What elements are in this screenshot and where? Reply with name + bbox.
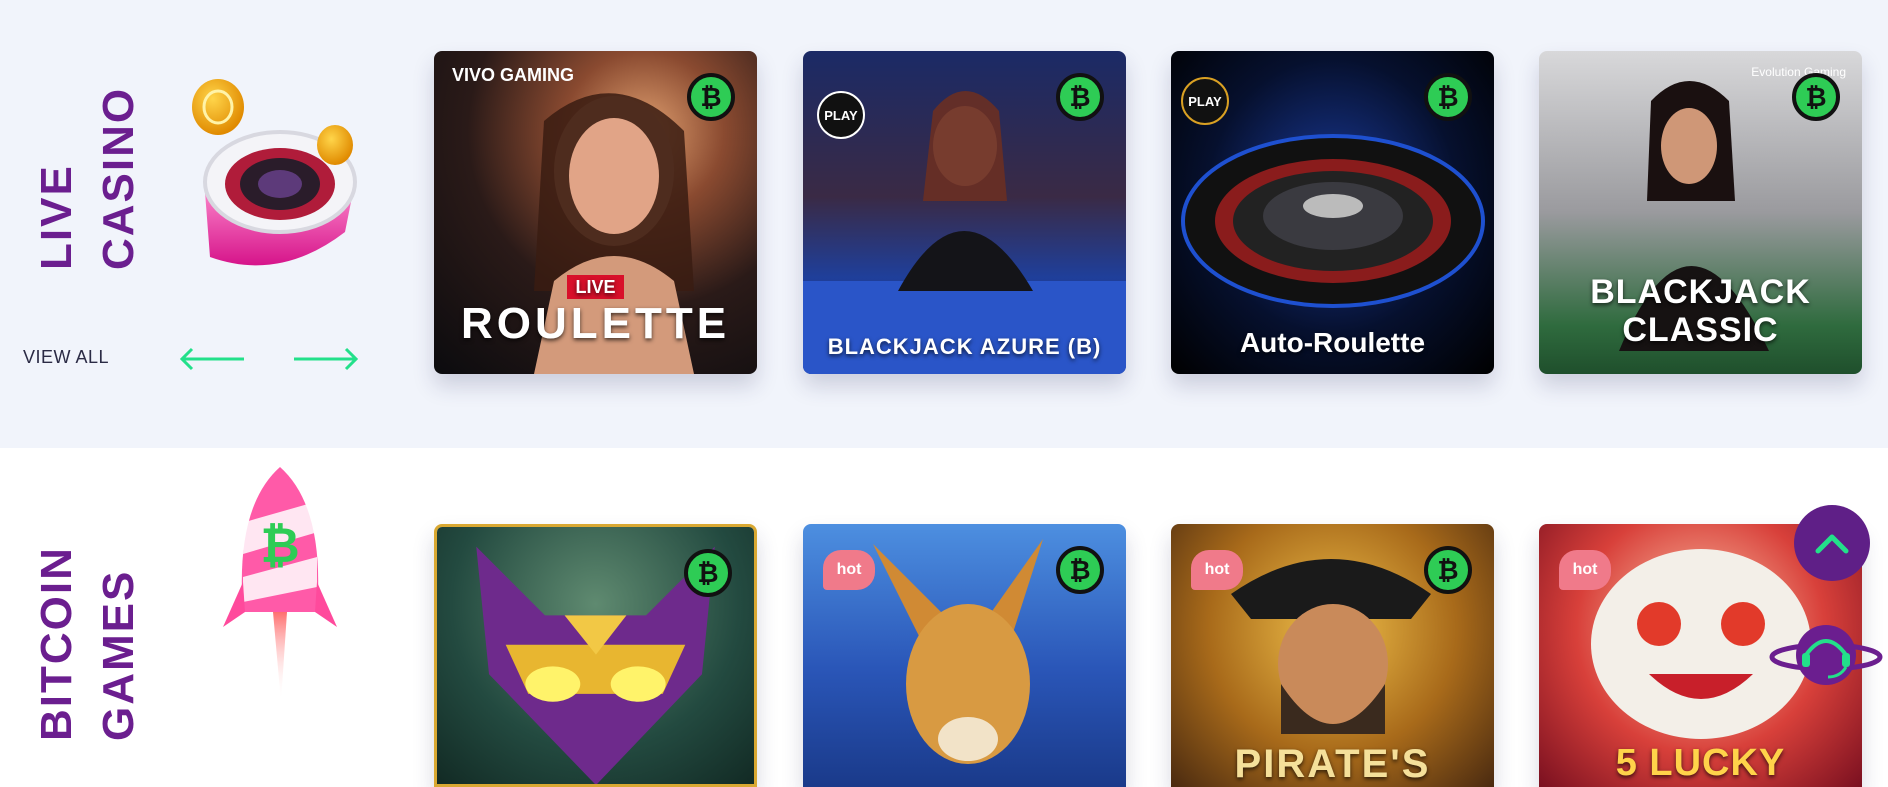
- provider-logo: PLAY: [1181, 77, 1229, 125]
- bitcoin-games-title: BITCOIN GAMES: [26, 546, 150, 741]
- game-card-auto-roulette[interactable]: PLAY ₿ Auto-Roulette: [1171, 51, 1494, 374]
- card-title-line2: CLASSIC: [1622, 311, 1779, 349]
- roulette-wheel-illustration: [192, 79, 357, 266]
- game-card-pharaoh-cat[interactable]: ₿: [434, 524, 757, 787]
- game-card-live-roulette[interactable]: VIVO GAMING ₿ LIVE ROULETTE: [434, 51, 757, 374]
- card-title-line1: BLACKJACK: [1590, 273, 1811, 311]
- hot-badge: hot: [1559, 550, 1611, 590]
- game-card-kangaroo[interactable]: hot ₿: [803, 524, 1126, 787]
- game-card-blackjack-classic[interactable]: Evolution Gaming ₿ BLACKJACK CLASSIC: [1539, 51, 1862, 374]
- provider-logo: VIVO GAMING: [452, 65, 575, 85]
- arrow-right-icon[interactable]: [292, 346, 360, 372]
- hot-badge: hot: [1191, 550, 1243, 590]
- provider-logo: Evolution Gaming: [1751, 65, 1846, 79]
- bitcoin-games-title-line1: BITCOIN: [32, 546, 81, 741]
- headset-support-icon[interactable]: [1768, 615, 1884, 695]
- provider-logo: PLAY: [817, 91, 865, 139]
- live-casino-title: LIVE CASINO: [26, 87, 150, 270]
- game-card-blackjack-azure[interactable]: PLAY ₿ BLACKJACK AZURE (B): [803, 51, 1126, 374]
- bitcoin-badge-icon: ₿: [684, 549, 732, 597]
- view-all-link[interactable]: VIEW ALL: [23, 347, 109, 368]
- bitcoin-games-title-line2: GAMES: [94, 569, 143, 741]
- bitcoin-badge-icon: ₿: [687, 73, 735, 121]
- card-title: Auto-Roulette: [1239, 327, 1426, 358]
- bitcoin-badge-icon: ₿: [1792, 73, 1840, 121]
- svg-text:₿: ₿: [260, 520, 299, 573]
- card-title: PIRATE'S: [1234, 742, 1431, 786]
- card-title: 5 LUCKY: [1615, 742, 1786, 784]
- card-subtitle: LIVE: [567, 275, 624, 299]
- scroll-to-top-button[interactable]: [1794, 505, 1870, 581]
- chevron-up-icon: [1815, 534, 1849, 554]
- game-card-pirates[interactable]: hot ₿ PIRATE'S: [1171, 524, 1494, 787]
- arrow-left-icon[interactable]: [178, 346, 246, 372]
- bitcoin-badge-icon: ₿: [1424, 73, 1472, 121]
- live-casino-title-line1: LIVE: [32, 164, 81, 270]
- card-title: BLACKJACK AZURE (B): [827, 334, 1102, 359]
- bitcoin-badge-icon: ₿: [1056, 546, 1104, 594]
- bitcoin-badge-icon: ₿: [1056, 73, 1104, 121]
- live-casino-title-line2: CASINO: [94, 86, 143, 270]
- hot-badge: hot: [823, 550, 875, 590]
- bitcoin-badge-icon: ₿: [1424, 546, 1472, 594]
- bitcoin-rocket-illustration: ₿: [223, 467, 337, 702]
- card-title: ROULETTE: [460, 299, 731, 348]
